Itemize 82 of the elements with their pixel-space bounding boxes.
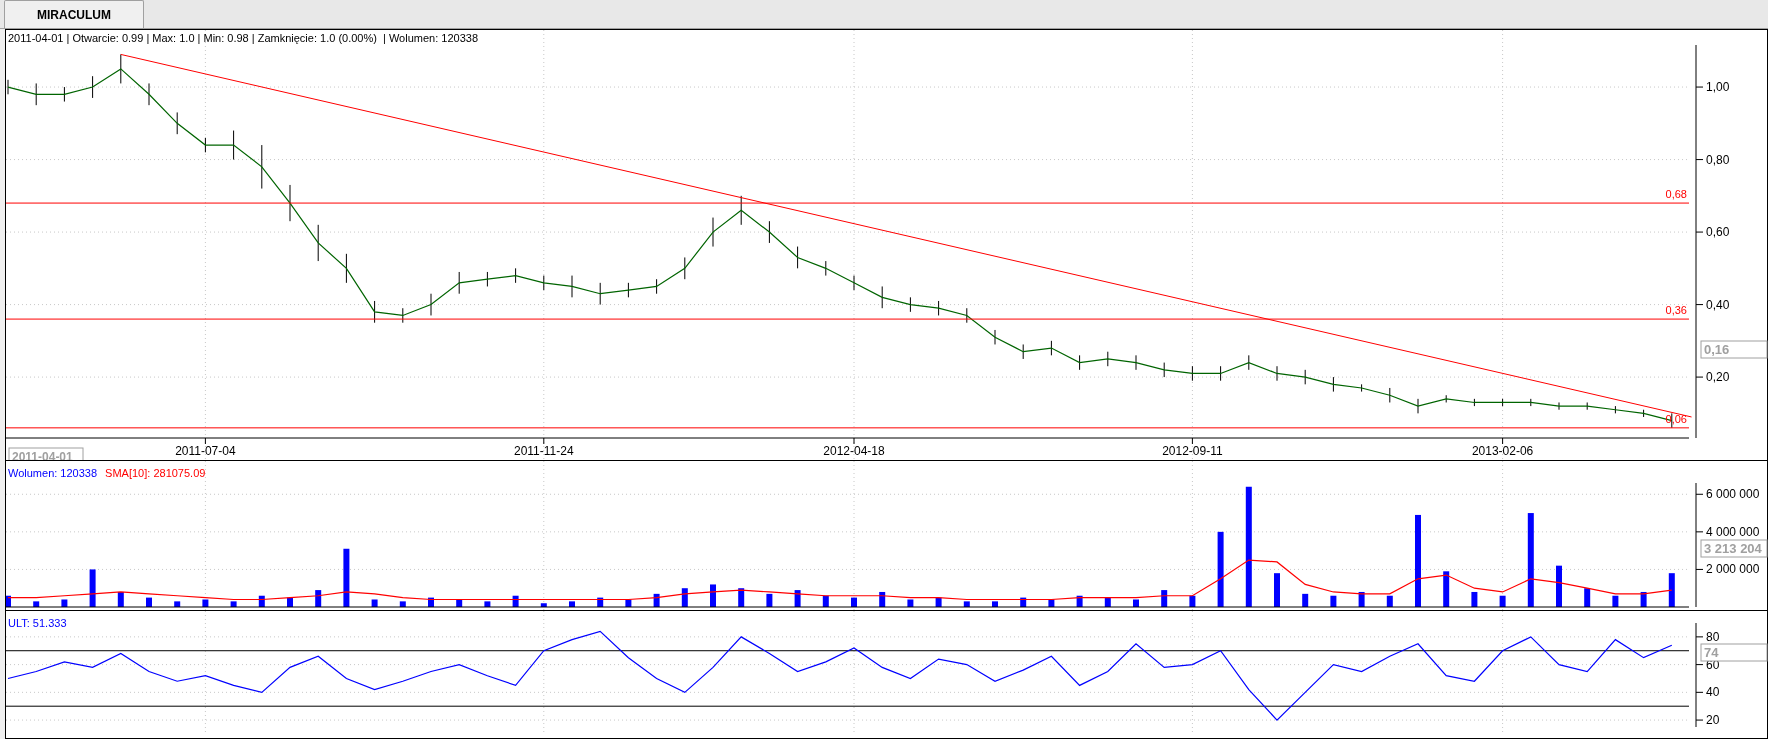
axis-label: 0,80 <box>1706 152 1730 167</box>
tab[interactable]: MIRACULUM <box>4 0 144 28</box>
volume-bar <box>935 597 942 607</box>
volume-bar <box>1668 573 1675 607</box>
axis-label: 20 <box>1706 713 1720 728</box>
volume-bar <box>1443 571 1450 607</box>
volume-bar <box>1499 595 1506 607</box>
volume-bar <box>569 601 575 607</box>
volume-bar <box>738 588 745 607</box>
volume-bar <box>512 595 519 607</box>
volume-bar <box>1330 595 1337 607</box>
quote-info: 2011-04-01 | Otwarcie: 0.99 | Max: 1.0 | Min: 0.98 | Zamknięcie: 1.0 (0.00%) | Wolumen: 120338 <box>8 32 478 44</box>
volume-bar <box>6 595 11 607</box>
level-label: 0,68 <box>1665 188 1687 201</box>
volume-bar <box>1020 597 1027 607</box>
volume-bar <box>710 584 716 607</box>
volume-bar <box>963 601 970 607</box>
volume-bar <box>1302 593 1309 607</box>
volume-bar <box>146 597 152 607</box>
axis-label: 6 000 000 <box>1706 487 1760 502</box>
sma-label: SMA[10]: 281075.09 <box>105 467 206 479</box>
volume-bar <box>851 597 857 607</box>
volume-bar <box>399 601 406 607</box>
volume-bar <box>33 601 40 607</box>
axis-label: 2011-07-04 <box>175 444 236 458</box>
volume-bar <box>907 599 914 607</box>
volume-bar <box>1612 595 1619 607</box>
axis-label: 4 000 000 <box>1706 524 1760 539</box>
level-label: 0,36 <box>1665 304 1687 317</box>
volume-bar <box>1161 590 1168 607</box>
ult-label: ULT: 51.333 <box>8 617 67 629</box>
volume-bar <box>258 595 265 607</box>
volume-bar <box>61 599 68 607</box>
volume-bar <box>343 548 350 607</box>
volume-bar <box>625 599 632 607</box>
volume-bar <box>484 601 491 607</box>
volume-bar <box>428 597 434 607</box>
volume-bar <box>653 593 660 607</box>
volume-bar <box>202 599 209 607</box>
volume-bar <box>822 595 829 607</box>
volume-bar <box>89 569 96 607</box>
volume-bar <box>1556 565 1562 607</box>
volume-bar <box>1048 599 1055 607</box>
volume-bar <box>1274 573 1280 607</box>
volume-bar <box>597 597 604 607</box>
volume-bar <box>1386 595 1393 607</box>
current-value-label: 3 213 204 <box>1700 539 1768 558</box>
volume-bar <box>1076 595 1083 607</box>
volume-bar <box>1471 591 1478 607</box>
axis-label: 1,00 <box>1706 80 1730 95</box>
volume-bar <box>1358 591 1365 607</box>
volume-bar <box>879 591 886 607</box>
axis-label: 0,60 <box>1706 225 1730 240</box>
volume-bar <box>681 588 688 607</box>
volume-bar <box>766 593 773 607</box>
axis-label: 40 <box>1706 685 1720 700</box>
current-value-label: 74 <box>1700 643 1768 662</box>
volume-bar <box>117 591 124 607</box>
axis-label: 0,20 <box>1706 370 1730 385</box>
volume-bar <box>1640 591 1647 607</box>
volume-bar <box>1584 588 1591 607</box>
volume-bar <box>1133 599 1139 607</box>
volume-bar <box>456 599 463 607</box>
volume-bar <box>287 597 293 607</box>
axis-label: 0,40 <box>1706 297 1730 312</box>
volume-bar <box>1104 597 1111 607</box>
volume-label: Wolumen: 120338 <box>8 467 98 479</box>
volume-bar <box>174 601 181 607</box>
volume-bar <box>1189 595 1196 607</box>
volume-bar <box>992 601 998 607</box>
volume-bar <box>540 603 547 607</box>
axis-label: 2 000 000 <box>1706 562 1760 577</box>
current-value-label: 0,16 <box>1700 340 1768 359</box>
axis-label: 2012-04-18 <box>823 444 885 458</box>
axis-label: 80 <box>1706 629 1720 644</box>
axis-label: 2013-02-06 <box>1471 444 1534 458</box>
axis-label: 2012-09-11 <box>1162 444 1223 458</box>
volume-bar <box>371 599 378 607</box>
volume-bar <box>794 590 801 607</box>
volume-bar <box>230 601 237 607</box>
axis-label: 2011-11-24 <box>514 444 574 458</box>
volume-bar <box>315 590 322 607</box>
